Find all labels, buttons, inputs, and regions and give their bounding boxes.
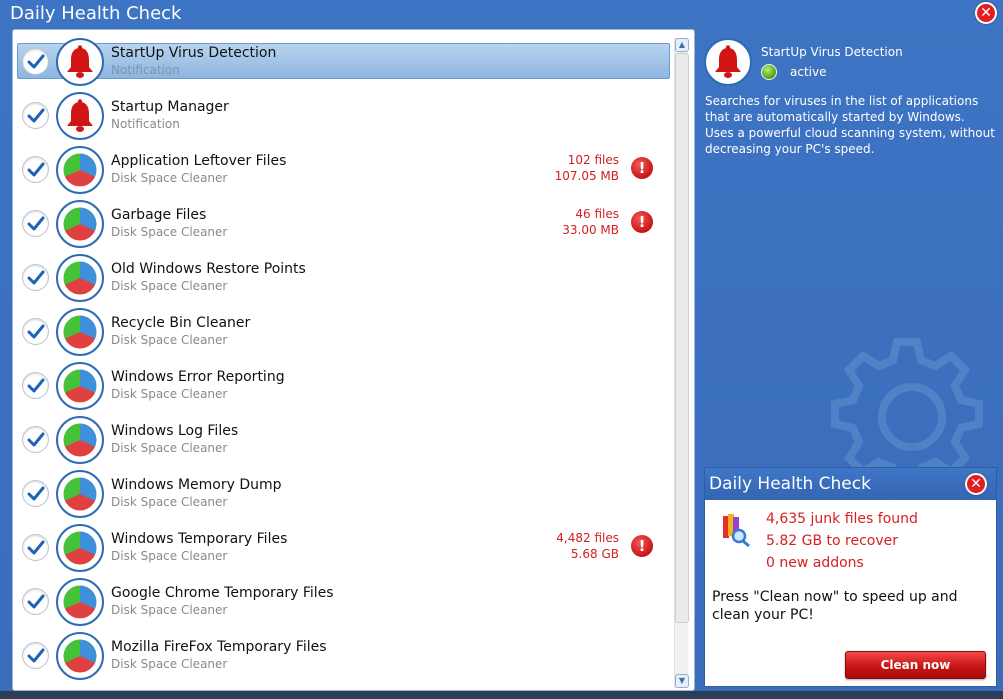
item-category: Disk Space Cleaner bbox=[111, 657, 228, 671]
item-checkbox[interactable] bbox=[22, 210, 49, 237]
item-title: Mozilla FireFox Temporary Files bbox=[111, 639, 327, 655]
item-checkbox[interactable] bbox=[22, 642, 49, 669]
warning-icon: ! bbox=[631, 211, 653, 233]
disk-pie-icon bbox=[56, 362, 104, 410]
item-file-count: 4,482 files bbox=[556, 531, 619, 545]
list-item[interactable]: StartUp Virus Detection Notification bbox=[16, 38, 671, 96]
item-title: Google Chrome Temporary Files bbox=[111, 585, 334, 601]
popup-title: Daily Health Check bbox=[709, 474, 871, 494]
item-checkbox[interactable] bbox=[22, 156, 49, 183]
disk-pie-icon bbox=[56, 632, 104, 680]
list-item[interactable]: Recycle Bin Cleaner Disk Space Cleaner bbox=[16, 308, 671, 366]
item-category: Notification bbox=[111, 117, 180, 131]
item-file-count: 102 files bbox=[567, 153, 619, 167]
item-file-size: 5.68 GB bbox=[570, 547, 619, 561]
list-item[interactable]: Windows Error Reporting Disk Space Cleane… bbox=[16, 362, 671, 420]
disk-pie-icon bbox=[56, 200, 104, 248]
item-file-size: 107.05 MB bbox=[554, 169, 619, 183]
item-title: Windows Temporary Files bbox=[111, 531, 288, 547]
item-category: Disk Space Cleaner bbox=[111, 495, 228, 509]
disk-pie-icon bbox=[56, 416, 104, 464]
disk-pie-icon bbox=[56, 470, 104, 518]
detail-title: StartUp Virus Detection bbox=[761, 45, 903, 59]
recover-size-stat: 5.82 GB to recover bbox=[766, 533, 899, 549]
item-title: StartUp Virus Detection bbox=[111, 45, 277, 61]
item-title: Garbage Files bbox=[111, 207, 207, 223]
item-title: Recycle Bin Cleaner bbox=[111, 315, 251, 331]
item-checkbox[interactable] bbox=[22, 534, 49, 561]
disk-pie-icon bbox=[56, 524, 104, 572]
list-item[interactable]: Google Chrome Temporary Files Disk Space … bbox=[16, 578, 671, 636]
health-check-popup: Daily Health Check ✕ 4,635 junk files fo… bbox=[704, 467, 997, 687]
list-item[interactable]: Old Windows Restore Points Disk Space Cle… bbox=[16, 254, 671, 312]
item-category: Disk Space Cleaner bbox=[111, 387, 228, 401]
item-category: Notification bbox=[111, 63, 180, 77]
warning-icon: ! bbox=[631, 157, 653, 179]
item-category: Disk Space Cleaner bbox=[111, 603, 228, 617]
item-checkbox[interactable] bbox=[22, 48, 49, 75]
disk-pie-icon bbox=[56, 578, 104, 626]
popup-message: Press "Clean now" to speed up and clean … bbox=[712, 589, 958, 623]
title-bar: Daily Health Check ✕ bbox=[0, 0, 1003, 28]
popup-header: Daily Health Check ✕ bbox=[705, 468, 996, 500]
window-close-button[interactable]: ✕ bbox=[975, 2, 997, 24]
warning-icon: ! bbox=[631, 535, 653, 557]
list-item[interactable]: Garbage Files Disk Space Cleaner 46 files 3… bbox=[16, 200, 671, 258]
disk-pie-icon bbox=[56, 146, 104, 194]
alarm-bell-icon bbox=[704, 38, 752, 86]
item-checkbox[interactable] bbox=[22, 426, 49, 453]
list-item[interactable]: Startup Manager Notification bbox=[16, 92, 671, 150]
item-title: Old Windows Restore Points bbox=[111, 261, 306, 277]
scroll-up-button[interactable]: ▲ bbox=[675, 38, 689, 52]
scroll-thumb[interactable] bbox=[675, 53, 689, 623]
app-window: Daily Health Check ✕ StartUp Virus Detec… bbox=[0, 0, 1003, 699]
list-item[interactable]: Windows Log Files Disk Space Cleaner bbox=[16, 416, 671, 474]
item-title: Windows Memory Dump bbox=[111, 477, 282, 493]
junk-files-stat: 4,635 junk files found bbox=[766, 511, 918, 527]
close-icon: ✕ bbox=[970, 476, 982, 492]
item-checkbox[interactable] bbox=[22, 102, 49, 129]
junk-files-icon bbox=[723, 514, 750, 548]
alarm-bell-icon bbox=[56, 92, 104, 140]
item-category: Disk Space Cleaner bbox=[111, 333, 228, 347]
status-label: active bbox=[790, 65, 827, 79]
item-stats: 102 files 107.05 MB bbox=[555, 152, 619, 184]
close-icon: ✕ bbox=[980, 5, 992, 21]
item-file-count: 46 files bbox=[575, 207, 619, 221]
alarm-bell-icon bbox=[56, 38, 104, 86]
list-scrollbar[interactable]: ▲ ▼ bbox=[674, 38, 689, 688]
disk-pie-icon bbox=[56, 254, 104, 302]
item-title: Windows Log Files bbox=[111, 423, 239, 439]
item-checkbox[interactable] bbox=[22, 588, 49, 615]
list-item[interactable]: Windows Memory Dump Disk Space Cleaner bbox=[16, 470, 671, 528]
scroll-down-button[interactable]: ▼ bbox=[675, 674, 689, 688]
item-title: Windows Error Reporting bbox=[111, 369, 285, 385]
detail-description: Searches for viruses in the list of appl… bbox=[705, 94, 995, 156]
list-item[interactable]: Mozilla FireFox Temporary Files Disk Spac… bbox=[16, 632, 671, 690]
item-file-size: 33.00 MB bbox=[562, 223, 619, 237]
item-category: Disk Space Cleaner bbox=[111, 279, 228, 293]
item-title: Startup Manager bbox=[111, 99, 229, 115]
list-item[interactable]: Application Leftover Files Disk Space Cle… bbox=[16, 146, 671, 204]
status-indicator-icon bbox=[761, 64, 777, 80]
item-checkbox[interactable] bbox=[22, 372, 49, 399]
item-stats: 4,482 files 5.68 GB bbox=[556, 530, 619, 562]
item-checkbox[interactable] bbox=[22, 318, 49, 345]
item-checkbox[interactable] bbox=[22, 480, 49, 507]
popup-close-button[interactable]: ✕ bbox=[965, 473, 987, 495]
disk-pie-icon bbox=[56, 308, 104, 356]
item-category: Disk Space Cleaner bbox=[111, 225, 228, 239]
item-category: Disk Space Cleaner bbox=[111, 549, 228, 563]
item-title: Application Leftover Files bbox=[111, 153, 287, 169]
window-title: Daily Health Check bbox=[10, 3, 182, 24]
item-stats: 46 files 33.00 MB bbox=[562, 206, 619, 238]
scan-items-list: StartUp Virus Detection Notification Start… bbox=[12, 29, 695, 691]
item-category: Disk Space Cleaner bbox=[111, 441, 228, 455]
list-item[interactable]: Windows Temporary Files Disk Space Cleane… bbox=[16, 524, 671, 582]
item-category: Disk Space Cleaner bbox=[111, 171, 228, 185]
clean-now-button[interactable]: Clean now bbox=[845, 651, 986, 679]
taskbar-strip bbox=[0, 691, 1003, 699]
addons-stat: 0 new addons bbox=[766, 555, 864, 571]
item-checkbox[interactable] bbox=[22, 264, 49, 291]
